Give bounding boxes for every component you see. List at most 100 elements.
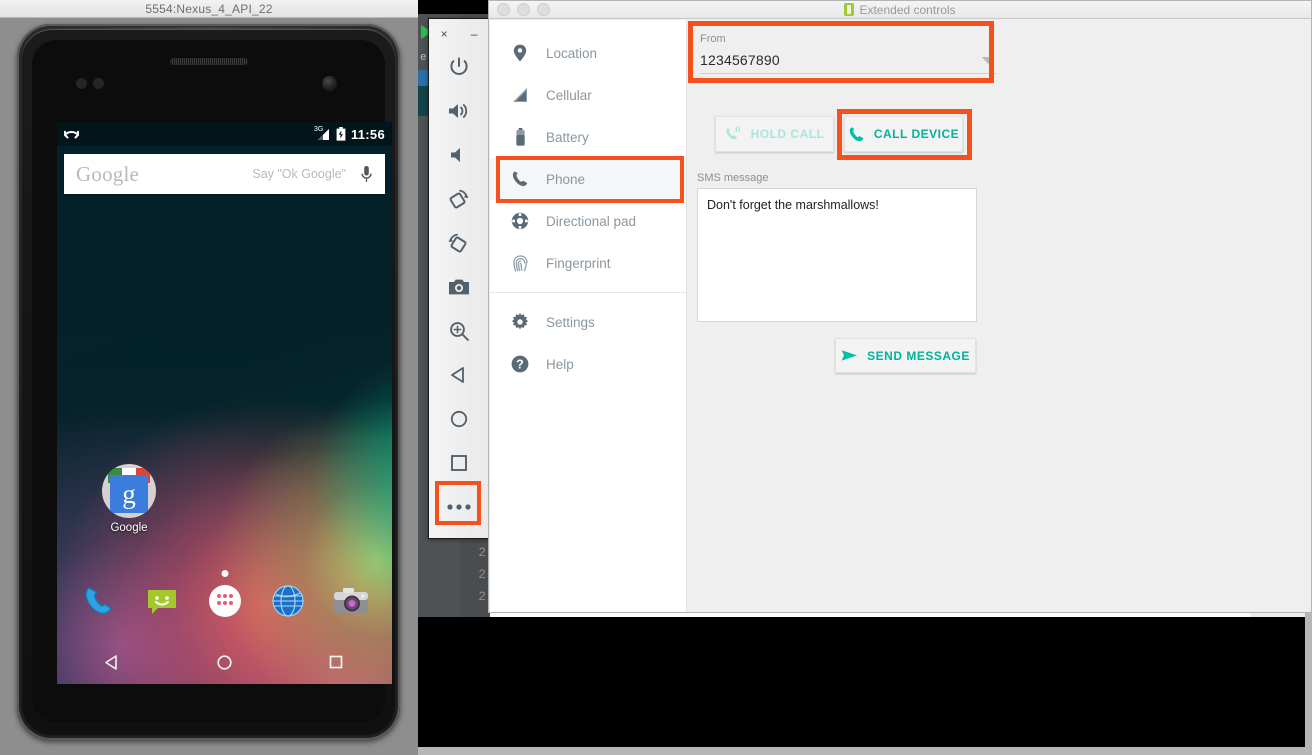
missed-call-icon [64,128,79,140]
power-button[interactable] [437,45,481,89]
signal-bars-icon: 3G [314,126,331,141]
light-sensor-icon [93,78,104,89]
dock-item-browser[interactable] [263,576,313,626]
svg-text:?: ? [516,357,524,371]
from-dropdown[interactable]: 1234567890 [700,52,996,74]
google-search-hint: Say "Ok Google" [252,167,346,181]
question-circle-icon: ? [510,355,530,373]
dock-item-camera[interactable] [326,576,376,626]
dock-item-messaging[interactable] [137,576,187,626]
sidebar-divider [490,292,686,293]
status-bar-clock: 11:56 [350,126,385,142]
home-button[interactable] [437,397,481,441]
rotate-right-button[interactable] [437,221,481,265]
window-traffic-lights[interactable] [497,3,550,16]
sidebar-item-label: Location [546,45,598,61]
nav-recents-button[interactable] [314,640,358,684]
toolbar-close-button[interactable]: × [441,28,448,40]
earpiece-grill-icon [169,58,248,65]
sidebar-item-label: Directional pad [546,213,637,229]
phone-device-frame: 3G 11:56 Google Say "Ok Google" g Google [17,24,400,740]
send-message-label: SEND MESSAGE [867,348,970,363]
send-message-button[interactable]: SEND MESSAGE [835,338,976,373]
ide-console-area [418,617,1305,747]
phone-controls-panel: From 1234567890 HOLD CALL CALL DEVICE SM… [687,20,1310,611]
hold-call-button[interactable]: HOLD CALL [715,116,834,152]
extended-controls-titlebar[interactable]: Extended controls [489,1,1311,19]
dock-item-app-drawer[interactable] [200,576,250,626]
proximity-sensor-icon [76,78,87,89]
sidebar-item-label: Settings [546,314,595,330]
back-button[interactable] [437,353,481,397]
google-folder-icon: g [102,464,156,518]
home-icon-google[interactable]: g Google [99,464,159,534]
ide-status-bar [418,747,1312,755]
front-camera-icon [322,76,337,91]
emulator-titlebar[interactable]: 5554:Nexus_4_API_22 [0,0,418,18]
toolbar-minimize-button[interactable]: – [471,28,478,40]
window-close-button[interactable] [497,3,510,16]
sms-message-label: SMS message [697,172,769,184]
chevron-down-icon[interactable] [982,56,994,64]
from-value[interactable]: 1234567890 [700,52,780,68]
phone-handset-icon [510,170,530,188]
sms-message-input[interactable]: Don't forget the marshmallows! [697,188,977,322]
fingerprint-icon [510,254,530,273]
nav-home-button[interactable] [202,640,246,684]
window-title-group: Extended controls [489,3,1311,17]
highlight-more-button [435,481,481,525]
android-dock [57,570,392,632]
battery-charging-icon [336,127,346,141]
extended-controls-window: Extended controls Location Cellular Batt… [488,0,1312,613]
zoom-in-button[interactable] [437,309,481,353]
call-device-button[interactable]: CALL DEVICE [844,116,963,152]
device-screen[interactable]: 3G 11:56 Google Say "Ok Google" g Google [57,122,392,684]
screenshot-button[interactable] [437,265,481,309]
microphone-icon[interactable] [360,165,373,184]
screen-root: 222222222222222222222222222 e 5554:Nexus… [0,0,1312,755]
window-maximize-button[interactable] [537,3,550,16]
sidebar-item-label: Cellular [546,87,592,103]
volume-down-button[interactable] [437,133,481,177]
toolbar-window-buttons: × – [429,19,489,45]
dpad-icon [510,212,530,230]
android-status-bar: 3G 11:56 [57,122,392,146]
sidebar-item-phone[interactable]: Phone [490,158,686,200]
nav-back-button[interactable] [91,640,135,684]
android-device-icon [844,3,855,16]
sidebar-item-settings[interactable]: Settings [490,301,686,343]
sidebar-item-label: Fingerprint [546,255,611,271]
dock-item-phone[interactable] [74,576,124,626]
extended-controls-sidebar: Location Cellular Battery Phone Directio… [490,20,687,612]
status-bar-system-icons: 3G 11:56 [314,126,385,142]
android-navigation-bar [57,640,392,684]
window-minimize-button[interactable] [517,3,530,16]
from-field-group: From 1234567890 [700,33,996,74]
sidebar-item-battery[interactable]: Battery [490,116,686,158]
sidebar-item-help[interactable]: ? Help [490,343,686,385]
sidebar-item-fingerprint[interactable]: Fingerprint [490,242,686,284]
status-bar-notifications [64,128,315,140]
phone-handset-icon [848,126,865,143]
sidebar-item-location[interactable]: Location [490,32,686,74]
emulator-window: 5554:Nexus_4_API_22 3G 11:56 Google Say … [0,0,418,755]
google-search-widget[interactable]: Google Say "Ok Google" [64,154,385,194]
rotate-left-button[interactable] [437,177,481,221]
emulator-title: 5554:Nexus_4_API_22 [145,1,273,16]
emulator-side-toolbar: × – [428,18,490,539]
from-label: From [700,33,726,45]
sidebar-item-label: Phone [546,171,586,187]
sidebar-item-directional-pad[interactable]: Directional pad [490,200,686,242]
google-g-glyph: g [110,475,148,513]
volume-up-button[interactable] [437,89,481,133]
map-pin-icon [510,44,530,62]
sidebar-item-cellular[interactable]: Cellular [490,74,686,116]
home-icon-label: Google [110,522,148,534]
overview-button[interactable] [437,441,481,485]
sidebar-item-label: Help [546,356,574,372]
call-hold-icon [725,126,742,142]
send-arrow-icon [841,349,858,362]
google-logo: Google [76,161,140,186]
ide-gutter-char: e [420,52,427,64]
sidebar-item-label: Battery [546,129,589,145]
